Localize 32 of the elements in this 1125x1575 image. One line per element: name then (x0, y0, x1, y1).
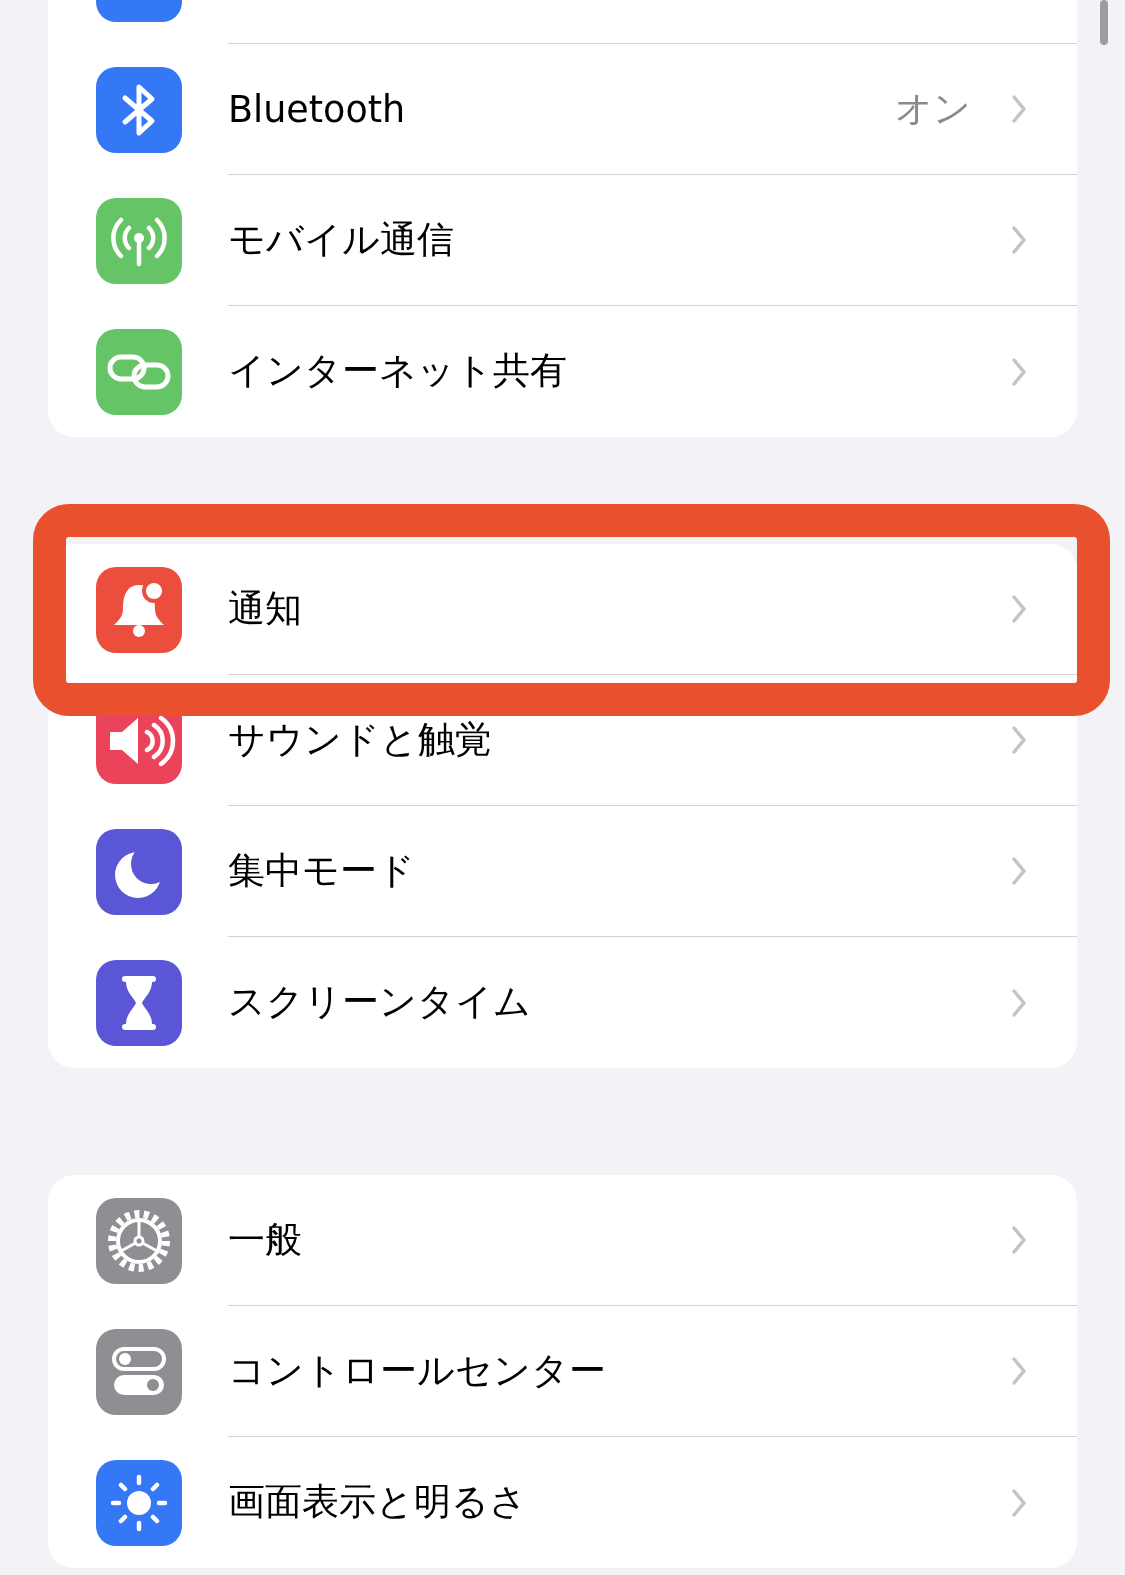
settings-row[interactable]: モバイル通信 (48, 175, 1077, 306)
row-label: サウンドと触覚 (228, 716, 493, 763)
settings-row[interactable]: 一般 (48, 1175, 1077, 1306)
settings-row[interactable]: Bluetooth オン (48, 44, 1077, 175)
scroll-indicator (1100, 0, 1108, 45)
row-label: スクリーンタイム (228, 979, 532, 1025)
chevron-icon (1011, 594, 1027, 624)
chevron-icon (1011, 94, 1027, 124)
chevron-icon (1011, 856, 1027, 886)
settings-row[interactable]: 通知 (48, 544, 1077, 675)
settings-row[interactable]: サウンドと触覚 (48, 675, 1077, 806)
settings-row[interactable]: コントロールセンター (48, 1306, 1077, 1437)
row-label: Bluetooth (228, 87, 407, 131)
row-label: コントロールセンター (228, 1347, 607, 1394)
row-label: 画面表示と明るさ (228, 1479, 528, 1525)
row-label: 通知 (228, 585, 303, 632)
chevron-icon (1011, 1356, 1027, 1386)
row-label: 集中モード (228, 847, 416, 894)
settings-row[interactable]: インターネット共有 (48, 306, 1077, 437)
row-label: モバイル通信 (228, 216, 455, 263)
settings-row[interactable]: 集中モード (48, 806, 1077, 937)
row-label: インターネット共有 (228, 348, 568, 394)
row-label: 一般 (228, 1216, 303, 1263)
chevron-icon (1011, 1225, 1027, 1255)
chevron-icon (1011, 1487, 1027, 1518)
chevron-icon (1011, 987, 1027, 1018)
chevron-icon (1011, 225, 1027, 255)
row-value: オン (895, 85, 971, 132)
chevron-icon (1011, 356, 1027, 387)
settings-row[interactable]: 画面表示と明るさ (48, 1437, 1077, 1568)
chevron-icon (1011, 725, 1027, 755)
settings-row[interactable]: スクリーンタイム (48, 937, 1077, 1068)
